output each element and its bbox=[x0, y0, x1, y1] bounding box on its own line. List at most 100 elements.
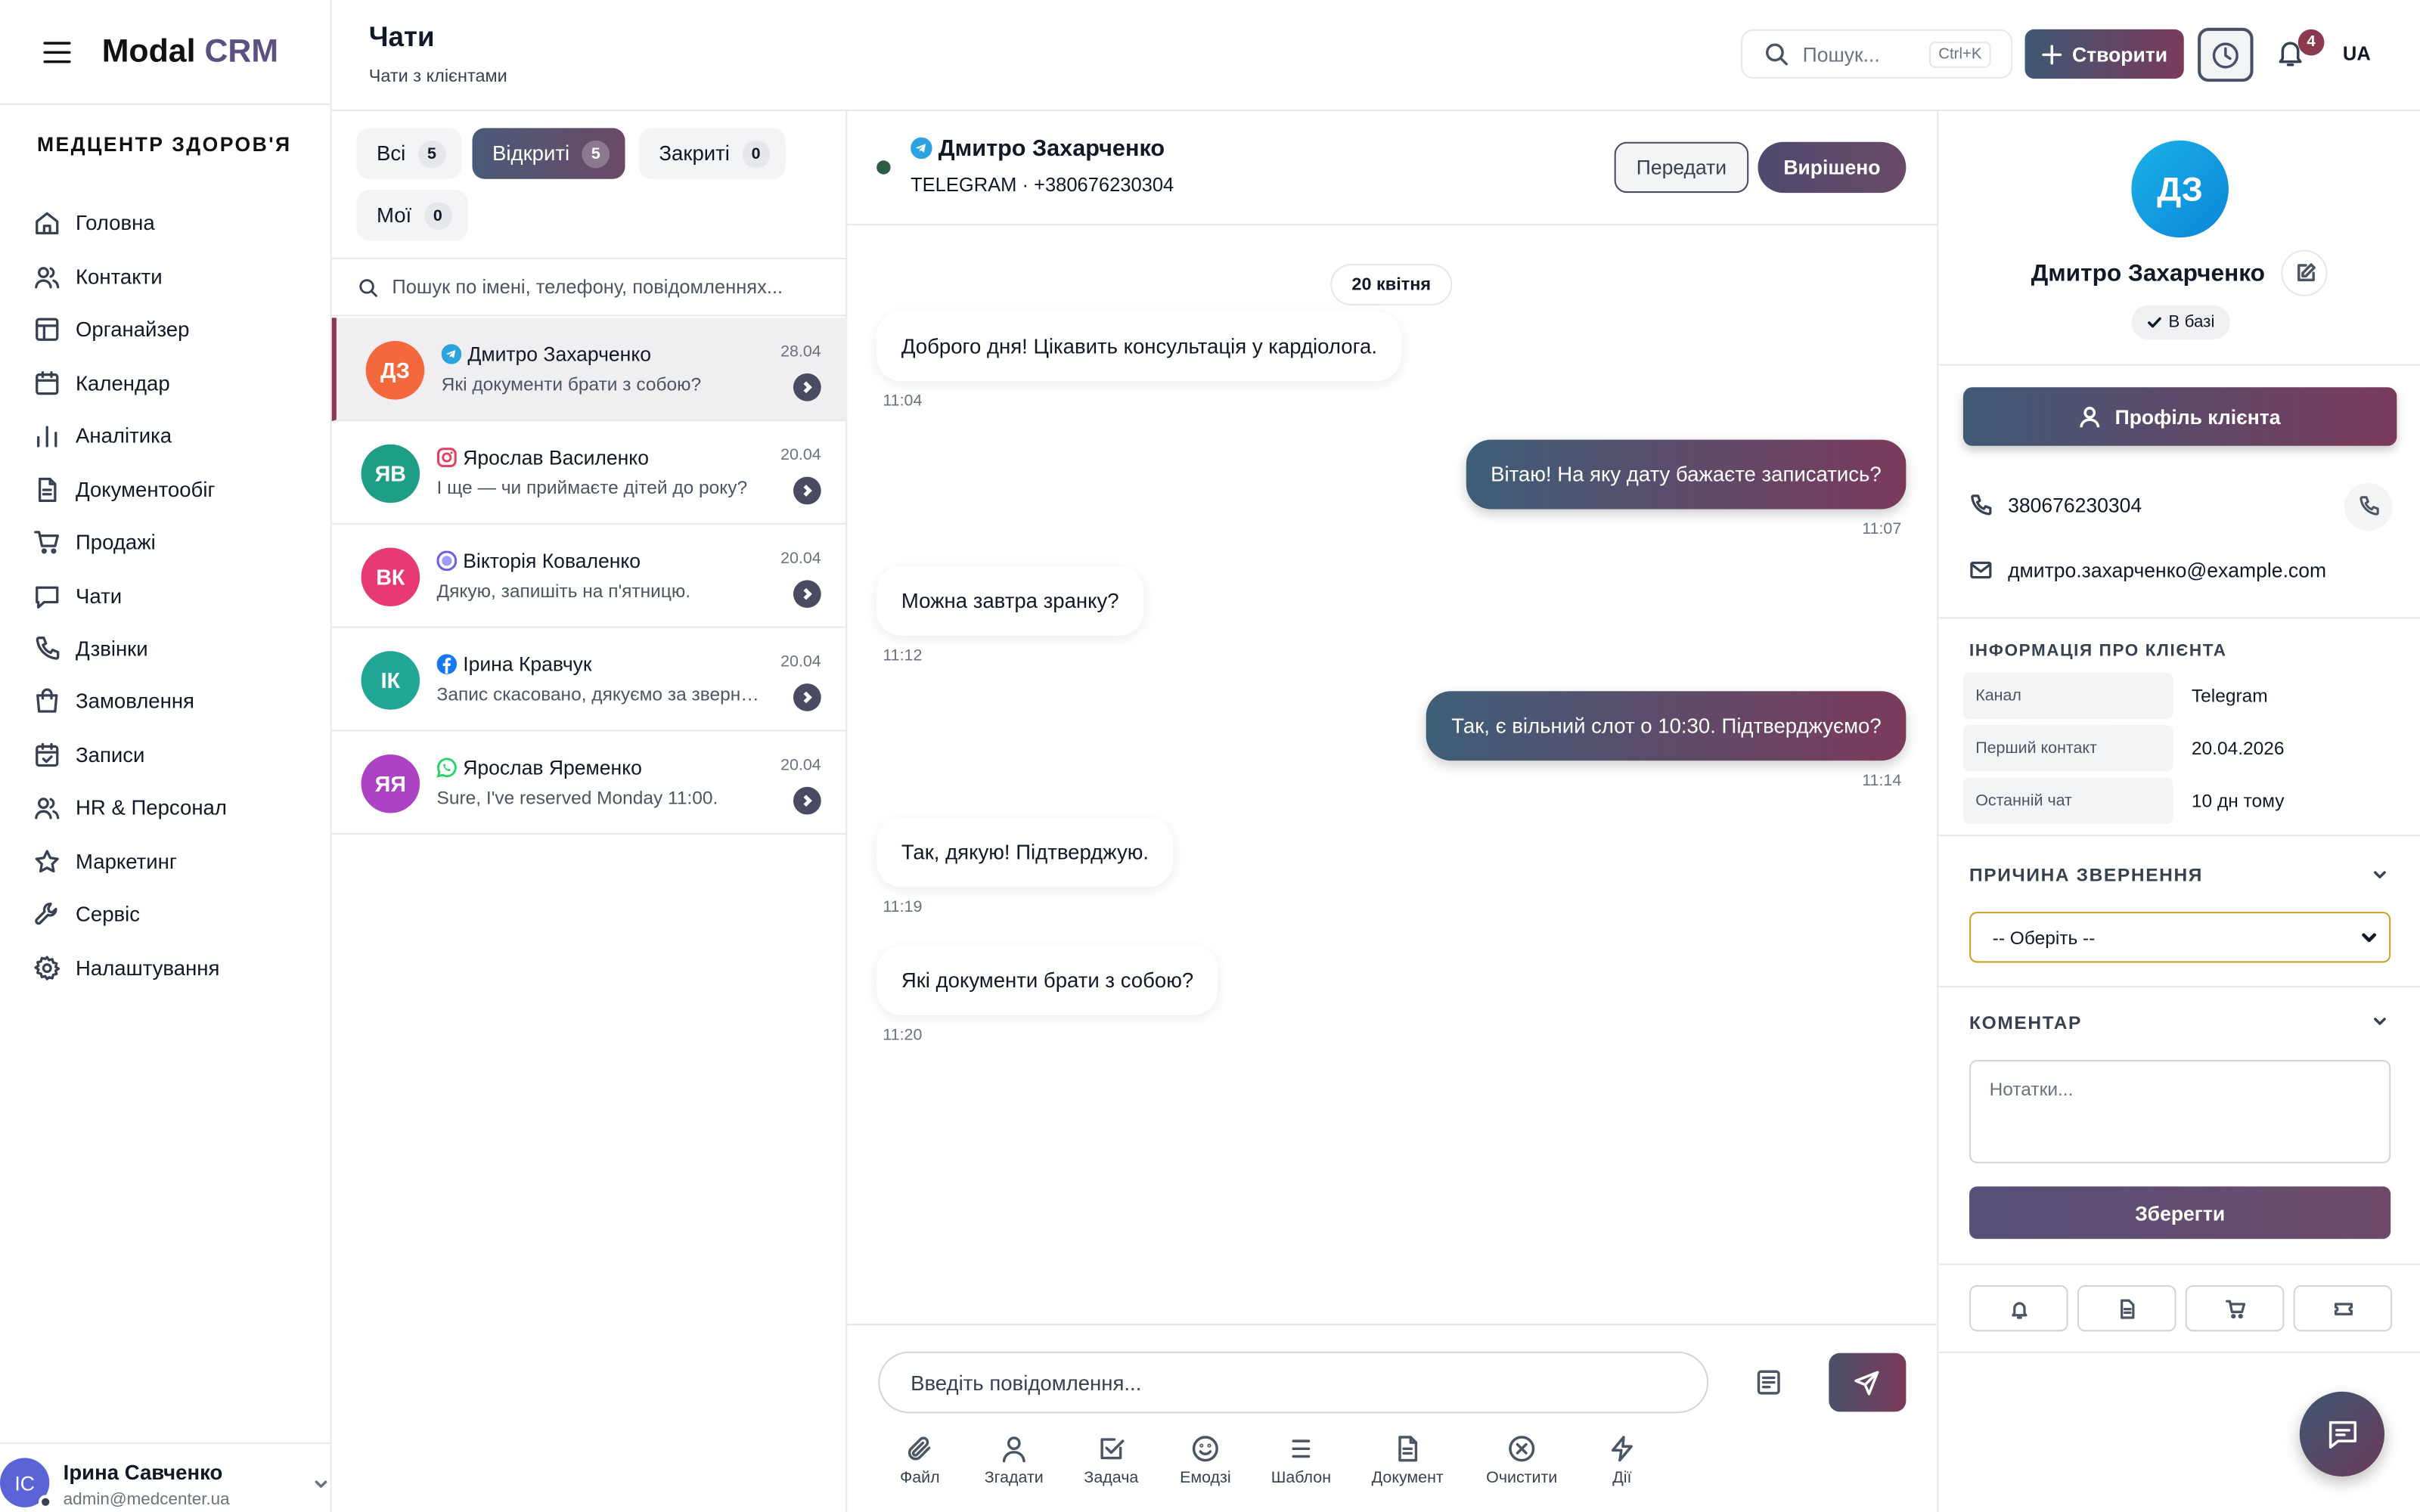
document-button[interactable] bbox=[2077, 1284, 2176, 1332]
status-dot bbox=[39, 1495, 53, 1509]
toolbar-bolt-button[interactable]: Дії bbox=[1576, 1435, 1668, 1487]
client-info-title: ІНФОРМАЦІЯ ПРО КЛІЄНТА bbox=[1969, 641, 2227, 661]
sidebar-item-bag[interactable]: Замовлення bbox=[34, 685, 194, 716]
incoming-message[interactable]: Які документи брати з собою? bbox=[876, 946, 1218, 1015]
chevron-right-icon[interactable] bbox=[793, 373, 821, 401]
chat-list-item[interactable]: ДЗ Дмитро Захарченко Які документи брати з… bbox=[331, 318, 848, 422]
call-button[interactable] bbox=[2344, 482, 2393, 531]
client-panel: ДЗ Дмитро Захарченко В базі Профіль кліє… bbox=[1937, 110, 2420, 1512]
quick-reply-icon[interactable] bbox=[1754, 1368, 1782, 1396]
incoming-message[interactable]: Так, дякую! Підтверджую. bbox=[876, 817, 1174, 888]
toolbar-list-button[interactable]: Шаблон bbox=[1255, 1435, 1347, 1487]
toolbar-paperclip-button[interactable]: Файл bbox=[873, 1435, 966, 1487]
chevron-down-icon[interactable] bbox=[2372, 867, 2387, 882]
ticket-button[interactable] bbox=[2293, 1284, 2393, 1332]
sidebar-item-calendar[interactable]: Календар bbox=[34, 367, 170, 398]
chat-date: 20.04 bbox=[780, 652, 821, 671]
toolbar-clear-button[interactable]: Очистити bbox=[1475, 1435, 1568, 1487]
support-chat-button[interactable] bbox=[2299, 1391, 2385, 1477]
sidebar-item-cart[interactable]: Продажі bbox=[34, 526, 156, 557]
chat-list-item[interactable]: ЯЯ Ярослав Яременко Sure, I've reserved Mo… bbox=[331, 731, 848, 835]
chat-list-item[interactable]: ЯВ Ярослав Василенко І ще — чи приймаєте д… bbox=[331, 421, 848, 525]
info-value: 10 дн тому bbox=[2191, 789, 2285, 812]
tab-filter[interactable]: Мої 0 bbox=[356, 190, 467, 241]
sidebar-item-calendar-check[interactable]: Записи bbox=[34, 739, 145, 770]
sidebar-item-home[interactable]: Головна bbox=[34, 206, 155, 237]
page-title: Чати bbox=[368, 21, 435, 53]
avatar: ВК bbox=[361, 547, 420, 607]
user-menu[interactable]: IC Ірина Савченко admin@medcenter.ua bbox=[0, 1442, 332, 1512]
sidebar-item-label: Продажі bbox=[75, 530, 156, 553]
history-button[interactable] bbox=[2198, 27, 2254, 82]
toolbar-smile-button[interactable]: Емодзі bbox=[1159, 1435, 1252, 1487]
top-header: Чати Чати з клієнтами Пошук... Ctrl+K Ст… bbox=[331, 0, 2420, 111]
sidebar-item-wrench[interactable]: Сервіс bbox=[34, 898, 140, 929]
toolbar-user-button[interactable]: Згадати bbox=[968, 1435, 1060, 1487]
create-button[interactable]: Створити bbox=[2024, 29, 2184, 79]
sidebar-item-users[interactable]: Контакти bbox=[34, 261, 163, 292]
telegram-icon bbox=[911, 137, 932, 160]
client-phone[interactable]: 380676230304 bbox=[2008, 494, 2142, 517]
sidebar-item-star[interactable]: Маркетинг bbox=[34, 845, 177, 876]
language-switch[interactable]: UA bbox=[2343, 43, 2371, 65]
chevron-right-icon[interactable] bbox=[793, 476, 821, 505]
sidebar-item-chat[interactable]: Чати bbox=[34, 580, 122, 611]
sidebar-item-label: Головна bbox=[75, 210, 155, 234]
tab-filter[interactable]: Закриті 0 bbox=[638, 128, 786, 179]
client-email[interactable]: дмитро.захарченко@example.com bbox=[2008, 559, 2326, 582]
order-button[interactable] bbox=[2185, 1284, 2285, 1332]
save-button[interactable]: Зберегти bbox=[1969, 1186, 2391, 1239]
facebook-icon bbox=[436, 654, 458, 674]
edit-client-button[interactable] bbox=[2281, 249, 2328, 296]
chevron-right-icon[interactable] bbox=[793, 786, 821, 815]
comment-title: КОМЕНТАР bbox=[1969, 1012, 2082, 1034]
reason-select-value: -- Оберіть -- bbox=[1992, 926, 2096, 949]
tab-filter[interactable]: Відкриті 5 bbox=[472, 128, 625, 179]
sidebar-item-layout[interactable]: Органайзер bbox=[34, 313, 190, 344]
shortcut-hint: Ctrl+K bbox=[1929, 42, 1991, 68]
sidebar-item-phone[interactable]: Дзвінки bbox=[34, 633, 148, 664]
client-avatar: ДЗ bbox=[2131, 140, 2229, 238]
contact-meta: TELEGRAM · +380676230304 bbox=[911, 174, 1174, 197]
chevron-down-icon[interactable] bbox=[313, 1476, 328, 1492]
toolbar-label: Згадати bbox=[984, 1468, 1044, 1488]
user-icon bbox=[1000, 1435, 1028, 1463]
send-button[interactable] bbox=[1829, 1352, 1907, 1412]
chevron-down-icon bbox=[2361, 931, 2377, 946]
sidebar-item-label: Календар bbox=[75, 370, 170, 395]
reason-select[interactable]: -- Оберіть -- bbox=[1969, 912, 2391, 963]
reminder-button[interactable] bbox=[1969, 1284, 2068, 1332]
app-logo[interactable]: Modal CRM bbox=[102, 33, 278, 70]
toolbar-task-button[interactable]: Задача bbox=[1065, 1435, 1157, 1487]
smile-icon bbox=[1191, 1435, 1219, 1463]
chat-list-item[interactable]: ВК Вікторія Коваленко Дякую, запишіть на п… bbox=[331, 525, 848, 628]
home-icon bbox=[34, 209, 60, 236]
avatar: ІК bbox=[361, 651, 420, 710]
resolve-button[interactable]: Вирішено bbox=[1758, 141, 1907, 194]
chat-list-item[interactable]: ІК Ірина Кравчук Запис скасовано, дякуємо … bbox=[331, 628, 848, 732]
sidebar-item-bar-chart[interactable]: Аналітика bbox=[34, 420, 172, 451]
toolbar-document-button[interactable]: Документ bbox=[1361, 1435, 1454, 1487]
sidebar-item-team[interactable]: HR & Персонал bbox=[34, 792, 227, 823]
chevron-right-icon[interactable] bbox=[793, 683, 821, 711]
chat-date: 20.04 bbox=[780, 755, 821, 775]
comment-textarea[interactable]: Нотатки... bbox=[1969, 1060, 2391, 1163]
incoming-message[interactable]: Можна завтра зранку? bbox=[876, 565, 1144, 636]
divider bbox=[1938, 1263, 2420, 1266]
incoming-message[interactable]: Доброго дня! Цікавить консультація у кар… bbox=[876, 311, 1402, 382]
menu-icon[interactable] bbox=[43, 39, 71, 64]
chat-search-input[interactable]: Пошук по імені, телефону, повідомленнях.… bbox=[331, 257, 848, 317]
outgoing-message[interactable]: Так, є вільний слот о 10:30. Підтверджує… bbox=[1426, 691, 1907, 761]
sidebar-item-document[interactable]: Документообіг bbox=[34, 474, 216, 505]
sidebar-item-gear[interactable]: Налаштування bbox=[34, 952, 220, 983]
chevron-right-icon[interactable] bbox=[793, 580, 821, 609]
outgoing-message[interactable]: Вітаю! На яку дату бажаєте записатись? bbox=[1466, 439, 1907, 510]
transfer-button[interactable]: Передати bbox=[1614, 141, 1749, 194]
conversation-panel: Дмитро Захарченко TELEGRAM · +3806762303… bbox=[847, 110, 1938, 1512]
chevron-down-icon[interactable] bbox=[2372, 1014, 2387, 1029]
notification-badge: 4 bbox=[2297, 29, 2325, 56]
tab-filter[interactable]: Всі 5 bbox=[356, 128, 461, 179]
global-search[interactable]: Пошук... Ctrl+K bbox=[1741, 29, 2013, 79]
message-input[interactable]: Введіть повідомлення... bbox=[878, 1351, 1709, 1414]
client-profile-button[interactable]: Профіль клієнта bbox=[1962, 387, 2397, 446]
